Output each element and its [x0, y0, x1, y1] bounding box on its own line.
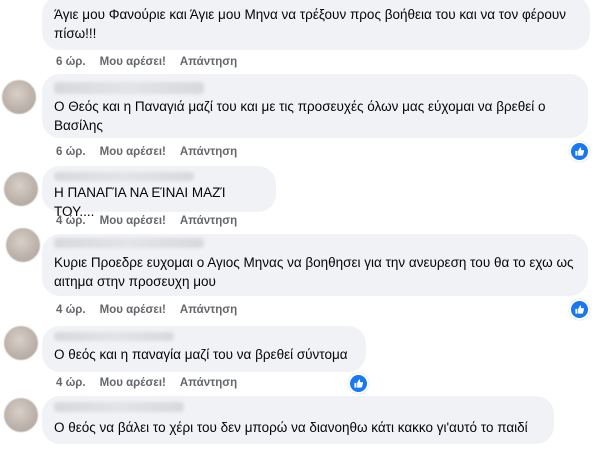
avatar[interactable]: [4, 172, 38, 206]
comment-text: Κυριε Προεδρε ευχομαι ο Αγιος Μηνας να β…: [54, 255, 574, 289]
comment-text: Ο θεός και η παναγία μαζί του να βρεθεί …: [54, 347, 348, 362]
comment-text: Η ΠΑΝΑΓΊΑ ΝΑ ΕΊΝΑΙ ΜΑΖΊ ΤΟΥ....: [54, 185, 226, 219]
comment-time[interactable]: 4 ώρ.: [56, 304, 86, 316]
commenter-name[interactable]: [54, 172, 194, 181]
like-reaction-icon[interactable]: [569, 299, 590, 320]
comment-time[interactable]: 4 ώρ.: [56, 215, 86, 227]
reply-button[interactable]: Απάντηση: [180, 304, 237, 316]
avatar[interactable]: [4, 398, 38, 432]
comment-bubble: Άγιε μου Φανούριε και Άγιε μου Μηνα να τ…: [42, 0, 590, 50]
reply-button[interactable]: Απάντηση: [180, 146, 237, 158]
comment-actions: 6 ώρ. Μου αρέσει! Απάντηση: [56, 56, 237, 68]
commenter-name[interactable]: [54, 332, 174, 341]
like-button[interactable]: Μου αρέσει!: [100, 215, 166, 227]
like-reaction-icon[interactable]: [348, 373, 369, 394]
comment-bubble: Κυριε Προεδρε ευχομαι ο Αγιος Μηνας να β…: [42, 234, 588, 296]
comment-bubble: Ο θεός να βάλει το χέρι του δεν μπορώ να…: [42, 396, 554, 444]
comment-bubble: Ο θεός και η παναγία μαζί του να βρεθεί …: [42, 326, 366, 372]
comment-time[interactable]: 6 ώρ.: [56, 146, 86, 158]
comment-time[interactable]: 6 ώρ.: [56, 56, 86, 68]
like-button[interactable]: Μου αρέσει!: [100, 146, 166, 158]
comment-bubble: Η ΠΑΝΑΓΊΑ ΝΑ ΕΊΝΑΙ ΜΑΖΊ ΤΟΥ....: [42, 166, 276, 219]
thumbs-up-icon: [575, 305, 585, 314]
reply-button[interactable]: Απάντηση: [180, 377, 237, 389]
comment-actions: 4 ώρ. Μου αρέσει! Απάντηση: [56, 304, 237, 316]
avatar[interactable]: [4, 326, 38, 360]
comment-text: Ο θεός να βάλει το χέρι του δεν μπορώ να…: [54, 420, 528, 435]
reply-button[interactable]: Απάντηση: [180, 215, 237, 227]
like-reaction-icon[interactable]: [569, 141, 590, 162]
commenter-name[interactable]: [54, 82, 204, 94]
comment-actions: 4 ώρ. Μου αρέσει! Απάντηση: [56, 215, 237, 227]
comment-time[interactable]: 4 ώρ.: [56, 377, 86, 389]
comment-actions: 6 ώρ. Μου αρέσει! Απάντηση: [56, 146, 237, 158]
avatar[interactable]: [6, 228, 40, 262]
thumbs-up-icon: [354, 379, 364, 388]
comment-bubble: Ο Θεός και η Παναγιά μαζί του και με τις…: [42, 74, 588, 138]
like-button[interactable]: Μου αρέσει!: [100, 304, 166, 316]
comment-actions: 4 ώρ. Μου αρέσει! Απάντηση: [56, 377, 237, 389]
commenter-name[interactable]: [54, 238, 204, 248]
comment-text: Ο Θεός και η Παναγιά μαζί του και με τις…: [54, 99, 546, 133]
like-button[interactable]: Μου αρέσει!: [100, 56, 166, 68]
like-button[interactable]: Μου αρέσει!: [100, 377, 166, 389]
avatar[interactable]: [2, 80, 36, 114]
thumbs-up-icon: [575, 147, 585, 156]
reply-button[interactable]: Απάντηση: [180, 56, 237, 68]
comment-text: Άγιε μου Φανούριε και Άγιε μου Μηνα να τ…: [54, 7, 567, 41]
commenter-name[interactable]: [54, 402, 184, 412]
